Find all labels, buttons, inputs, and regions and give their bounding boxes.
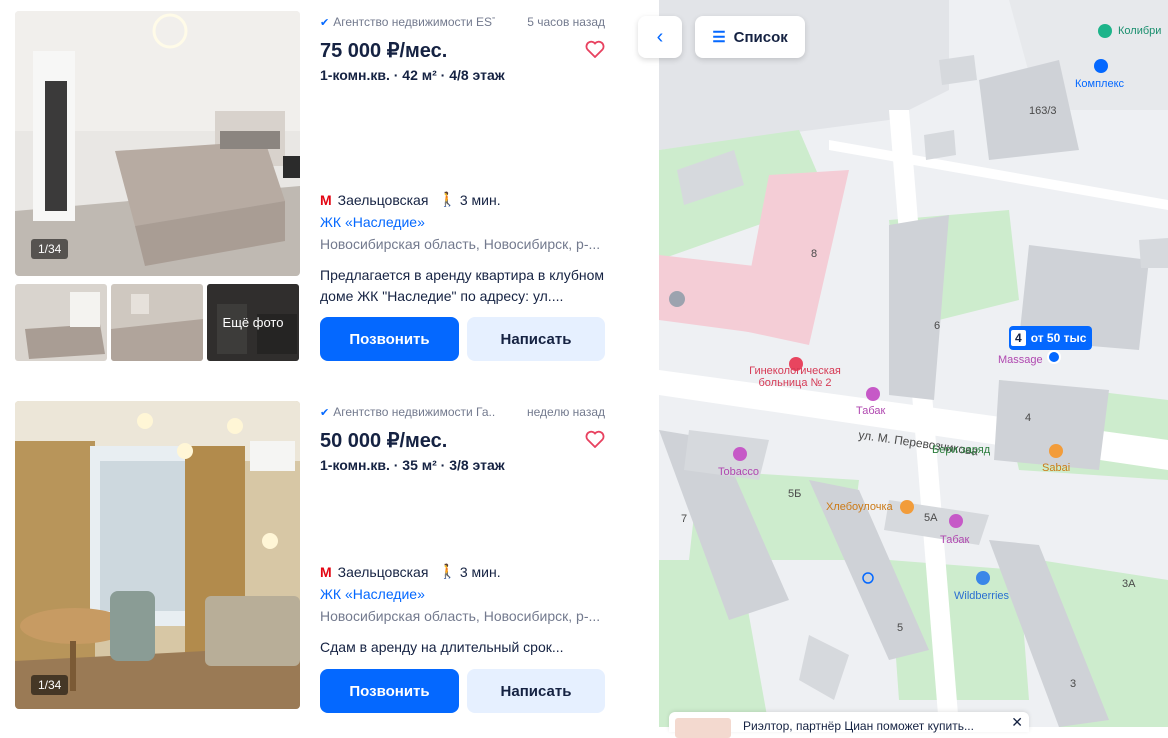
metro-info: М Заельцовская 🚶 3 мин. — [320, 563, 501, 580]
poi-label[interactable]: Massage — [998, 354, 1043, 366]
thumbnail-more[interactable]: Ещё фото — [207, 284, 299, 361]
metro-station: Заельцовская — [337, 191, 429, 208]
thumbnail[interactable] — [111, 284, 203, 361]
building-number: 5 — [897, 622, 904, 634]
poi-label[interactable]: Табак — [856, 405, 885, 417]
agency-label: Агентство недвижимости Га... — [333, 405, 495, 419]
listing-address: Новосибирская область, Новосибирск, р-..… — [320, 236, 601, 252]
listing-main-photo[interactable]: 1/34 — [15, 401, 300, 709]
listing-address: Новосибирская область, Новосибирск, р-..… — [320, 608, 601, 624]
agency-name[interactable]: ✔ Агентство недвижимости Га... — [320, 405, 495, 419]
building-number: 8 — [811, 248, 818, 260]
banner-image — [675, 718, 731, 738]
favorite-heart-icon[interactable] — [585, 40, 605, 59]
poi-label[interactable]: Хлебоулочка — [826, 501, 893, 513]
listing-description: Предлагается в аренду квартира в клубном… — [320, 267, 605, 304]
call-button[interactable]: Позвонить — [320, 317, 459, 361]
write-button[interactable]: Написать — [467, 317, 605, 361]
promo-banner[interactable]: Риэлтор, партнёр Циан поможет купить... … — [669, 712, 1029, 738]
map-view[interactable]: ул. М. Перевозчикова 163/3 8 6 4 7 5Б 5А… — [659, 0, 1168, 727]
listing-description: Сдам в аренду на длительный срок... — [320, 639, 564, 655]
map-price-pin[interactable]: 4 от 50 тыс — [1009, 326, 1093, 350]
close-icon[interactable]: ✕ — [1011, 714, 1023, 731]
building-number: 163/3 — [1029, 105, 1057, 117]
metro-station: Заельцовская — [337, 563, 429, 580]
residential-complex-link[interactable]: ЖК «Наследие» — [320, 586, 425, 602]
listing-main-photo[interactable]: 1/34 — [15, 11, 300, 276]
listing-time: 5 часов назад — [527, 15, 605, 29]
chevron-left-icon: ‹ — [656, 25, 664, 48]
building-number: 4 — [1025, 412, 1032, 424]
walk-icon: 🚶 — [438, 563, 456, 579]
back-button[interactable]: ‹ — [638, 16, 682, 58]
metro-icon: М — [320, 191, 332, 208]
photo-counter: 1/34 — [31, 239, 69, 259]
listing-time: неделю назад — [527, 405, 605, 419]
poi-label[interactable]: Гинекологическая больница № 2 — [745, 365, 845, 389]
list-icon: ☰ — [712, 29, 726, 46]
building-number: 7 — [681, 513, 688, 525]
listing-price[interactable]: 75 000 ₽/мес. — [320, 38, 447, 63]
listing-params: 1-комн.кв. · 42 м² · 4/8 этаж — [320, 67, 505, 83]
residential-complex-link[interactable]: ЖК «Наследие» — [320, 214, 425, 230]
walk-icon: 🚶 — [438, 191, 456, 207]
building-number: 5Б — [788, 488, 802, 500]
listing-params: 1-комн.кв. · 35 м² · 3/8 этаж — [320, 457, 505, 473]
poi-label[interactable]: Табак — [940, 534, 969, 546]
write-button[interactable]: Написать — [467, 669, 605, 713]
listing-price[interactable]: 50 000 ₽/мес. — [320, 428, 447, 453]
map-canvas — [659, 0, 1168, 727]
building-number: 3 — [1070, 678, 1077, 690]
verified-icon: ✔ — [320, 407, 330, 419]
poi-label[interactable]: Комплекс — [1075, 78, 1124, 90]
list-view-button[interactable]: ☰ Список — [695, 16, 805, 58]
agency-name[interactable]: ✔Агентство недвижимости ESTEQ — [320, 15, 495, 29]
poi-label[interactable]: Бери заряд — [932, 444, 990, 456]
metro-info: М Заельцовская 🚶 3 мин. — [320, 191, 501, 208]
pin-price-label: от 50 тыс — [1030, 331, 1087, 345]
photo-thumbnails: Ещё фото — [15, 284, 300, 361]
pin-count: 4 — [1011, 330, 1026, 346]
walk-time: 3 мин. — [459, 563, 501, 580]
building-number: 3А — [1122, 578, 1136, 590]
walk-time: 3 мин. — [459, 191, 501, 208]
listings-panel: 1/34 Ещё фото ✔ Агентство недвижимости ES… — [0, 0, 659, 727]
agency-label: Агентство недвижимости ESTEQ — [333, 15, 495, 29]
poi-label[interactable]: Sabai — [1042, 462, 1070, 474]
verified-icon: ✔ — [320, 17, 330, 29]
building-number: 6 — [934, 320, 941, 332]
poi-label[interactable]: Tobacco — [718, 466, 759, 478]
favorite-heart-icon[interactable] — [585, 430, 605, 449]
metro-icon: М — [320, 563, 332, 580]
listing-card[interactable]: 1/34 Ещё фото ✔ Агентство недвижимости ES… — [0, 0, 659, 380]
listing-card[interactable]: 1/34 ✔ Агентство недвижимости Га... недел… — [0, 390, 659, 727]
thumbnail[interactable] — [15, 284, 107, 361]
photo-counter: 1/34 — [31, 675, 69, 695]
banner-text: Риэлтор, партнёр Циан поможет купить... — [743, 719, 974, 733]
call-button[interactable]: Позвонить — [320, 669, 459, 713]
list-button-label: Список — [733, 28, 788, 46]
poi-label[interactable]: Колибри — [1118, 25, 1161, 37]
building-number: 5А — [924, 512, 938, 524]
poi-label[interactable]: Wildberries — [954, 590, 1009, 602]
more-photos-label: Ещё фото — [207, 284, 299, 361]
